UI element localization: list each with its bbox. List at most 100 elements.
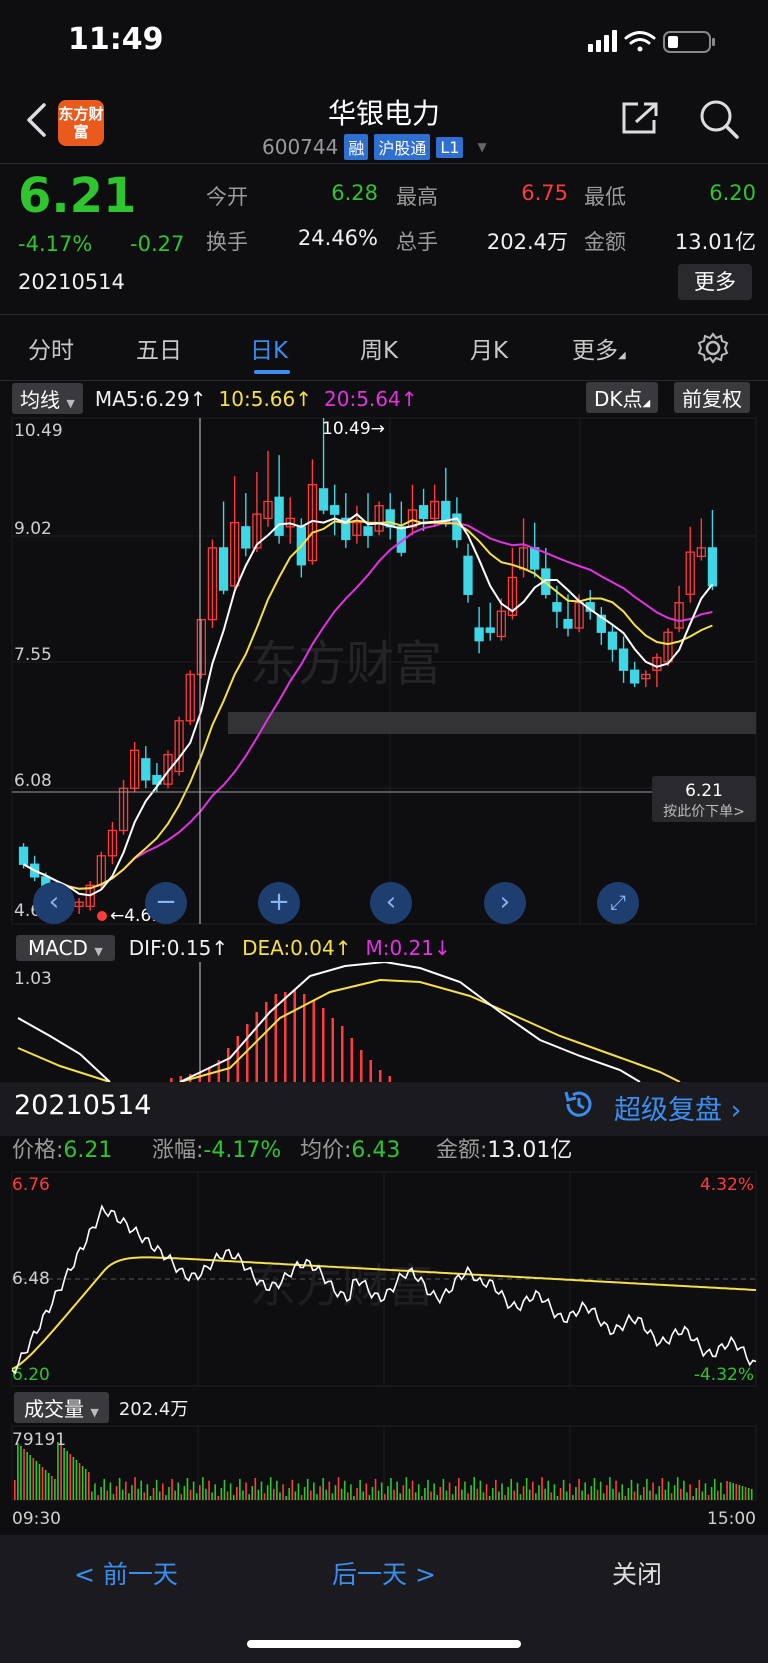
open-value: 6.28 xyxy=(331,181,378,205)
scroll-right-button[interactable]: › xyxy=(484,882,526,924)
volume-bar xyxy=(658,1486,661,1500)
detail-date: 20210514 xyxy=(14,1090,152,1121)
volume-bar xyxy=(686,1492,688,1500)
volume-bar xyxy=(414,1492,417,1500)
tab-more[interactable]: 更多◢ xyxy=(572,331,626,365)
zoom-in-button[interactable]: + xyxy=(258,882,300,924)
detail-price: 价格:6.21 xyxy=(12,1132,152,1164)
volume-bar xyxy=(334,1485,337,1500)
volume-bar xyxy=(69,1454,72,1500)
tag-margin: 融 xyxy=(344,134,369,160)
volume-bar xyxy=(75,1460,78,1500)
volume-bar xyxy=(17,1443,19,1500)
m-text: M:0.21 xyxy=(365,936,435,960)
volume-bar xyxy=(664,1489,667,1500)
next-day-button[interactable]: 后一天 > xyxy=(332,1555,436,1591)
fullscreen-button[interactable]: ⤢ xyxy=(597,882,639,924)
detail-avg-label: 均价: xyxy=(300,1138,352,1163)
volume-bar xyxy=(282,1484,284,1500)
low-value: 6.20 xyxy=(709,181,756,205)
zoom-out-button[interactable]: − xyxy=(145,882,187,924)
tab-monthly-k[interactable]: 月K xyxy=(470,331,508,365)
volume-chart[interactable]: 79191 09:30 15:00 xyxy=(0,1424,768,1535)
volume-bar xyxy=(522,1486,525,1500)
price-zone-band xyxy=(228,712,756,734)
candle-body xyxy=(18,846,29,865)
volume-bar xyxy=(609,1477,611,1500)
volume-bar xyxy=(359,1479,361,1500)
volume-bar xyxy=(504,1495,506,1500)
volume-bar xyxy=(575,1487,577,1500)
close-button[interactable]: 关闭 xyxy=(612,1555,662,1591)
volume-bar xyxy=(482,1492,485,1500)
more-button[interactable]: 更多 xyxy=(678,264,752,300)
volume-bar xyxy=(467,1493,469,1500)
chevron-right-icon: › xyxy=(730,1095,742,1126)
volume-bar xyxy=(365,1483,368,1500)
volume-bar xyxy=(128,1493,130,1500)
settings-gear-icon[interactable] xyxy=(697,332,729,364)
volume-bar xyxy=(627,1487,630,1500)
dk-point-button[interactable]: DK点◢ xyxy=(586,382,659,413)
macd-bar xyxy=(331,1018,334,1082)
volume-bar xyxy=(491,1487,494,1500)
scroll-left-button[interactable]: ‹ xyxy=(370,882,412,924)
search-icon[interactable] xyxy=(698,98,740,140)
volume-bar xyxy=(208,1480,210,1500)
stock-code: 600744 xyxy=(262,135,339,159)
volume-bar xyxy=(726,1481,728,1500)
super-replay-label: 超级复盘 xyxy=(614,1095,722,1126)
volume-legend: 成交量 ▼ 202.4万 xyxy=(14,1392,188,1423)
volume-bar xyxy=(217,1496,220,1500)
volume-bar xyxy=(257,1489,260,1500)
volume-bar xyxy=(624,1496,627,1500)
ma-selector[interactable]: 均线 ▼ xyxy=(12,383,83,414)
detail-amount: 金额:13.01亿 xyxy=(436,1132,572,1164)
volume-bar xyxy=(402,1485,405,1500)
volume-bar xyxy=(596,1489,599,1500)
tab-five-day[interactable]: 五日 xyxy=(136,331,182,365)
prev-day-button[interactable]: < 前一天 xyxy=(74,1555,178,1591)
detail-amount-label: 金额: xyxy=(436,1138,488,1163)
volume-bar xyxy=(322,1478,324,1500)
arrow-up-icon: ↑ xyxy=(295,386,313,411)
adjust-button[interactable]: 前复权 xyxy=(674,382,750,413)
volume-selector[interactable]: 成交量 ▼ xyxy=(14,1392,109,1423)
volume-bar xyxy=(146,1484,149,1500)
candle-body xyxy=(474,627,484,642)
tab-daily-k[interactable]: 日K xyxy=(250,331,288,365)
macd-selector[interactable]: MACD ▼ xyxy=(16,935,115,961)
volume-label: 总手 xyxy=(396,230,438,254)
volume-bar xyxy=(171,1478,173,1500)
super-replay-link[interactable]: 超级复盘 › xyxy=(614,1088,741,1127)
stock-subline[interactable]: 600744 融 沪股通 L1 ▼ xyxy=(262,134,487,160)
tab-weekly-k[interactable]: 周K xyxy=(360,331,398,365)
scroll-left-far-button[interactable]: ‹ xyxy=(33,882,75,924)
volume-bar xyxy=(559,1487,562,1500)
detail-change: 涨幅:-4.17% xyxy=(152,1132,300,1164)
intraday-top-price: 6.76 xyxy=(12,1175,50,1195)
volume-bar xyxy=(276,1480,278,1500)
intraday-chart[interactable]: 东方财富 6.76 6.48 6.20 4.32% -4.32% xyxy=(0,1170,768,1388)
candle-body xyxy=(618,648,629,671)
volume-bar xyxy=(399,1493,402,1500)
history-replay-icon[interactable] xyxy=(560,1086,596,1122)
volume-bar xyxy=(646,1478,648,1500)
intraday-top-pct: 4.32% xyxy=(700,1175,754,1195)
m-value: M:0.21↓ xyxy=(365,936,450,960)
volume-bar xyxy=(424,1487,426,1500)
tab-intraday[interactable]: 分时 xyxy=(28,331,74,365)
volume-bar xyxy=(266,1485,269,1500)
kline-chart[interactable]: 东方财富 10.49 9.02 7.55 6.08 4.61 10.49→ ←4… xyxy=(0,414,768,928)
volume-bar xyxy=(189,1489,192,1500)
volume-bar xyxy=(260,1481,263,1500)
volume-bar xyxy=(698,1479,701,1500)
macd-chart[interactable]: 1.03 xyxy=(0,962,768,1082)
candle-body xyxy=(141,758,151,781)
volume-bar xyxy=(649,1490,651,1500)
volume-bar xyxy=(615,1480,617,1500)
volume-bar xyxy=(125,1481,127,1500)
share-icon[interactable] xyxy=(620,100,660,136)
volume-bar xyxy=(525,1478,528,1500)
high-value: 6.75 xyxy=(521,181,568,205)
